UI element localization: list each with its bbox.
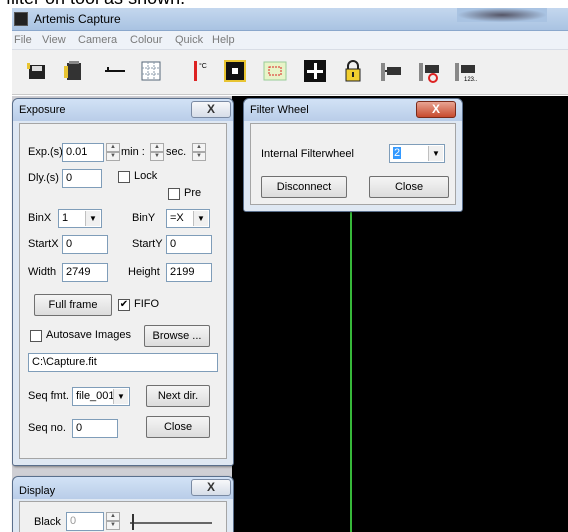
width-label: Width	[28, 266, 57, 278]
filter-selected-value: 2	[393, 147, 402, 159]
menu-file[interactable]: File	[14, 34, 32, 46]
menubar: File View Camera Colour Quick Help	[12, 31, 568, 50]
biny-label: BinY	[132, 212, 156, 224]
sec-label: sec.	[166, 146, 187, 158]
chevron-down-icon: ▼	[193, 211, 208, 226]
filterwheel-title: Filter Wheel	[250, 104, 309, 116]
titlebar-shadow	[457, 8, 547, 22]
exposure-close-button[interactable]: Close	[146, 416, 210, 438]
biny-select[interactable]: =X ▼	[166, 209, 210, 228]
height-label: Height	[128, 266, 160, 278]
lock-label: Lock	[134, 170, 158, 182]
exposure-panel: Exposure X Exp.(s) 0.01 ▲ ▼ min : ▲ ▼ sec.…	[12, 98, 234, 466]
caption-text: filter on tool as shown.	[6, 0, 185, 8]
save-path-input[interactable]: C:\Capture.fit	[28, 353, 218, 372]
dly-label: Dly.(s)	[28, 172, 59, 184]
grid-icon[interactable]	[136, 56, 166, 86]
filterwheel-titlebar[interactable]: Filter Wheel X	[244, 99, 462, 121]
black-label: Black	[34, 516, 61, 528]
height-input[interactable]: 2199	[166, 263, 212, 282]
min-label: min :	[121, 146, 145, 158]
black-spinner[interactable]: ▲ ▼	[106, 512, 120, 531]
autosave-label: Autosave Images	[46, 329, 131, 341]
chevron-down-icon: ▼	[85, 211, 100, 226]
exposure-body: Exp.(s) 0.01 ▲ ▼ min : ▲ ▼ sec. ▲ ▼ Dly.(s)…	[19, 123, 227, 459]
display-title: Display	[19, 485, 56, 497]
fifo-label: FIFO	[134, 298, 160, 310]
seqno-input[interactable]: 0	[72, 419, 118, 438]
exposure-titlebar[interactable]: Exposure X	[13, 99, 233, 121]
rectangle-icon[interactable]	[260, 56, 290, 86]
filterwheel-panel: Filter Wheel X Internal Filterwheel 2 ▼ D…	[243, 98, 463, 212]
starty-label: StartY	[132, 238, 163, 250]
display-body: Black 0 ▲ ▼	[19, 501, 227, 532]
crosshair-line	[350, 206, 352, 532]
full-frame-button[interactable]: Full frame	[34, 294, 112, 316]
autosave-checkbox[interactable]	[30, 330, 42, 342]
film-icon[interactable]	[58, 56, 88, 86]
crosshair-icon[interactable]	[300, 56, 330, 86]
pre-label: Pre	[184, 187, 202, 199]
filterwheel-close-button[interactable]: Close	[369, 176, 449, 198]
chevron-down-icon: ▼	[428, 146, 443, 161]
width-input[interactable]: 2749	[62, 263, 108, 282]
menu-help[interactable]: Help	[212, 34, 235, 46]
binx-select[interactable]: 1 ▼	[58, 209, 102, 228]
connect-icon[interactable]	[376, 56, 406, 86]
reconnect-icon[interactable]	[414, 56, 444, 86]
seqfmt-label: Seq fmt.	[28, 390, 69, 402]
filterwheel-close-x[interactable]: X	[416, 101, 456, 118]
menu-view[interactable]: View	[42, 34, 66, 46]
seqfmt-value: file_001	[76, 390, 115, 402]
exp-label: Exp.(s)	[28, 146, 63, 158]
menu-quick[interactable]: Quick	[175, 34, 203, 46]
exp-sec-spinner-b[interactable]: ▲ ▼	[192, 143, 206, 162]
display-close-x[interactable]: X	[191, 479, 231, 496]
sequence-icon[interactable]: 123..	[450, 56, 480, 86]
next-dir-button[interactable]: Next dir.	[146, 385, 210, 407]
exp-input[interactable]: 0.01	[62, 143, 104, 162]
internal-filterwheel-label: Internal Filterwheel	[261, 148, 354, 160]
app-icon	[14, 12, 28, 26]
save-icon[interactable]	[22, 56, 52, 86]
lock-icon[interactable]	[338, 56, 368, 86]
toolbar: °C 123..	[12, 50, 568, 95]
exposure-close-x[interactable]: X	[191, 101, 231, 118]
focus-icon[interactable]	[220, 56, 250, 86]
disconnect-button[interactable]: Disconnect	[261, 176, 347, 198]
menu-camera[interactable]: Camera	[78, 34, 117, 46]
pre-checkbox[interactable]	[168, 188, 180, 200]
filterwheel-body: Internal Filterwheel 2 ▼ Disconnect Close	[250, 123, 456, 205]
chevron-down-icon: ▼	[113, 389, 128, 404]
biny-value: =X	[170, 212, 184, 224]
seqno-label: Seq no.	[28, 422, 66, 434]
startx-label: StartX	[28, 238, 59, 250]
dly-input[interactable]: 0	[62, 169, 102, 188]
exp-sec-spinner-a[interactable]: ▲ ▼	[150, 143, 164, 162]
exp-min-spinner[interactable]: ▲ ▼	[106, 143, 120, 162]
black-slider-thumb[interactable]	[132, 514, 134, 530]
black-slider-track[interactable]	[130, 522, 212, 524]
app-title: Artemis Capture	[34, 12, 121, 26]
sequence-icon-label: 123..	[464, 77, 478, 83]
lock-checkbox[interactable]	[118, 171, 130, 183]
app-titlebar: Artemis Capture	[12, 8, 568, 31]
binx-label: BinX	[28, 212, 52, 224]
browse-button[interactable]: Browse ...	[144, 325, 210, 347]
starty-input[interactable]: 0	[166, 235, 212, 254]
black-input[interactable]: 0	[66, 512, 104, 531]
thermometer-icon[interactable]: °C	[184, 56, 214, 86]
caption-crop: filter on tool as shown.	[0, 0, 568, 8]
filter-select[interactable]: 2 ▼	[389, 144, 445, 163]
fifo-checkbox[interactable]: ✔	[118, 299, 130, 311]
display-panel: Display X Black 0 ▲ ▼	[12, 476, 234, 532]
startx-input[interactable]: 0	[62, 235, 108, 254]
thermometer-degree: °C	[199, 62, 207, 70]
binx-value: 1	[62, 212, 69, 224]
menu-colour[interactable]: Colour	[130, 34, 162, 46]
display-titlebar[interactable]: Display X	[13, 477, 233, 499]
seqfmt-select[interactable]: file_001 ▼	[72, 387, 130, 406]
line-icon[interactable]	[100, 56, 130, 86]
exposure-title: Exposure	[19, 104, 66, 116]
